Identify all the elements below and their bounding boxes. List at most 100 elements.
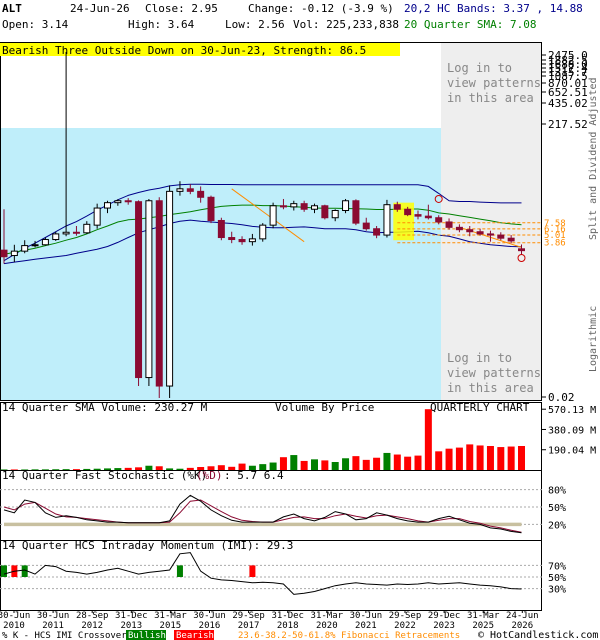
- candle-body-42: [435, 217, 443, 223]
- candle-body-39: [404, 208, 412, 216]
- volume-bar-38: [393, 454, 401, 470]
- candle-body-27: [279, 205, 287, 208]
- volume-bar-1: [10, 469, 18, 470]
- volume-bar-25: [259, 464, 267, 470]
- crossover-bar-3: [176, 565, 183, 577]
- candle-body-29: [300, 203, 308, 210]
- x-label-bottom-1: 2011: [42, 621, 64, 631]
- date-label: 24-Jun-26: [70, 2, 130, 15]
- adjusted-label: Split and Dividend Adjusted: [588, 77, 599, 240]
- fib-label-3: 3.86: [544, 239, 566, 249]
- candle-body-37: [383, 204, 391, 236]
- login-top-line-0: Log in to: [447, 61, 512, 75]
- volume-bar-17: [176, 468, 184, 470]
- x-label-bottom-7: 2018: [277, 621, 299, 631]
- stoch-tick-label-0: 80%: [548, 486, 566, 497]
- crossover-bar-4: [249, 565, 256, 577]
- volume-bar-18: [186, 467, 194, 470]
- candle-body-44: [455, 226, 463, 231]
- volume-bar-8: [83, 468, 91, 470]
- x-label-top-9: 30-Jun: [350, 611, 383, 621]
- quarterly-chart-label: QUARTERLY CHART: [430, 401, 530, 414]
- volume-bar-24: [248, 465, 256, 470]
- x-label-top-0: 30-Jun: [0, 611, 30, 621]
- x-label-top-8: 31-Mar: [311, 611, 344, 621]
- stoch-title-values: : 5.7 6.4: [224, 469, 284, 482]
- crossover-bar-0: [1, 565, 7, 577]
- volume-bar-43: [445, 448, 453, 470]
- price-tick-label-8: 435.02: [548, 97, 588, 110]
- volume-bar-48: [497, 447, 505, 470]
- candle-body-24: [248, 238, 256, 243]
- stoch-d-line: [3, 499, 522, 533]
- candle-body-18: [186, 188, 194, 192]
- volume-bar-46: [476, 445, 484, 470]
- x-label-top-7: 31-Dec: [271, 611, 304, 621]
- candle-body-31: [321, 205, 329, 219]
- candle-body-0: [0, 249, 8, 258]
- volume-bar-12: [124, 467, 132, 470]
- candle-body-47: [486, 233, 494, 236]
- x-label-bottom-0: 2010: [3, 621, 25, 631]
- price-tick-label-9: 217.52: [548, 118, 588, 131]
- change-label: Change: -0.12 (-3.9 %): [248, 2, 394, 15]
- volume-bar-19: [197, 467, 205, 470]
- footer-fib: 23.6-38.2-50-61.8% Fibonacci Retracement…: [238, 631, 460, 640]
- candle-body-46: [476, 231, 484, 235]
- imi-tick-label-0: 70%: [548, 561, 566, 572]
- volume-bar-45: [466, 444, 474, 470]
- candle-body-6: [62, 231, 70, 235]
- login-top-line-1: view patterns: [447, 76, 541, 90]
- stoch-tick-label-1: 50%: [548, 503, 566, 514]
- candle-body-20: [207, 196, 215, 221]
- volume-bar-14: [145, 465, 153, 470]
- candle-body-11: [114, 200, 122, 204]
- volume-bar-35: [362, 459, 370, 470]
- x-label-top-12: 31-Mar: [467, 611, 500, 621]
- volume-bar-34: [352, 456, 360, 470]
- volume-bar-7: [72, 469, 80, 470]
- volume-bar-15: [155, 466, 163, 470]
- candle-body-48: [497, 234, 505, 239]
- candle-body-33: [342, 200, 350, 212]
- volume-label: Vol: 225,233,838: [293, 18, 399, 31]
- candle-body-14: [145, 200, 153, 379]
- volume-bar-39: [404, 456, 412, 470]
- candle-body-8: [83, 223, 91, 234]
- x-label-bottom-6: 2017: [238, 621, 260, 631]
- candle-body-1: [10, 250, 18, 257]
- imi-tick-label-1: 50%: [548, 573, 566, 584]
- candle-body-4: [41, 239, 49, 246]
- stoch-tick-label-2: 20%: [548, 520, 566, 531]
- volume-bar-13: [135, 467, 143, 470]
- open-label: Open: 3.14: [2, 18, 69, 31]
- candle-body-23: [238, 239, 246, 243]
- login-bottom-line-0: Log in to: [447, 351, 512, 365]
- candle-body-50: [518, 248, 525, 252]
- x-label-top-11: 29-Dec: [428, 611, 461, 621]
- candle-body-35: [362, 222, 370, 230]
- login-top-line-2: in this area: [447, 91, 534, 105]
- volume-bar-29: [300, 460, 308, 470]
- candle-body-22: [228, 237, 236, 241]
- vol-tick-label-1: 380.09 M: [548, 425, 596, 436]
- symbol-label: ALT: [2, 2, 22, 15]
- volume-bar-6: [62, 469, 70, 470]
- volume-bar-42: [435, 451, 443, 470]
- chart-root: ALT 24-Jun-26 Close: 2.95 Change: -0.12 …: [0, 0, 600, 640]
- candle-body-38: [393, 204, 401, 210]
- x-label-bottom-2: 2012: [81, 621, 103, 631]
- volume-bar-5: [52, 469, 60, 470]
- volume-bar-21: [217, 465, 225, 470]
- volume-bar-41: [424, 409, 432, 470]
- candle-body-13: [135, 201, 143, 379]
- volume-bar-26: [269, 462, 277, 470]
- candle-body-49: [507, 237, 515, 242]
- sma-label: 20 Quarter SMA: 7.08: [404, 18, 536, 31]
- candle-body-34: [352, 200, 360, 224]
- candle-body-40: [414, 214, 422, 217]
- volume-bar-0: [0, 469, 8, 470]
- x-label-top-3: 31-Dec: [115, 611, 148, 621]
- x-label-bottom-4: 2015: [160, 621, 182, 631]
- price-tick-label-10: 0.02: [548, 391, 575, 404]
